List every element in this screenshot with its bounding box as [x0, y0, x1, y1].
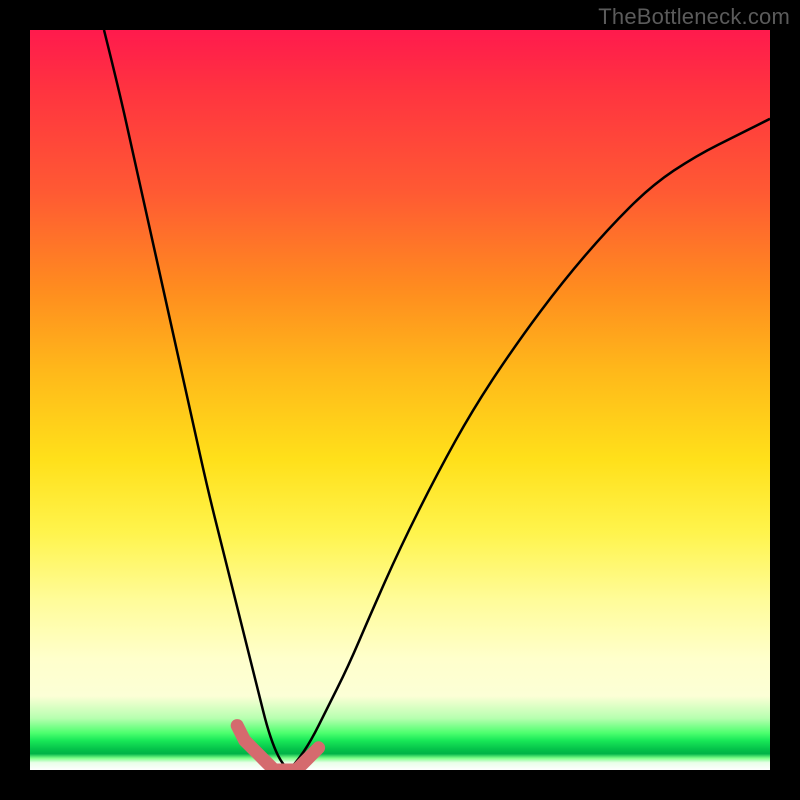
left-curve [104, 30, 289, 770]
watermark-text: TheBottleneck.com [598, 4, 790, 30]
chart-frame: TheBottleneck.com [0, 0, 800, 800]
curve-overlay [30, 30, 770, 770]
right-curve [289, 119, 770, 770]
plot-area [30, 30, 770, 770]
